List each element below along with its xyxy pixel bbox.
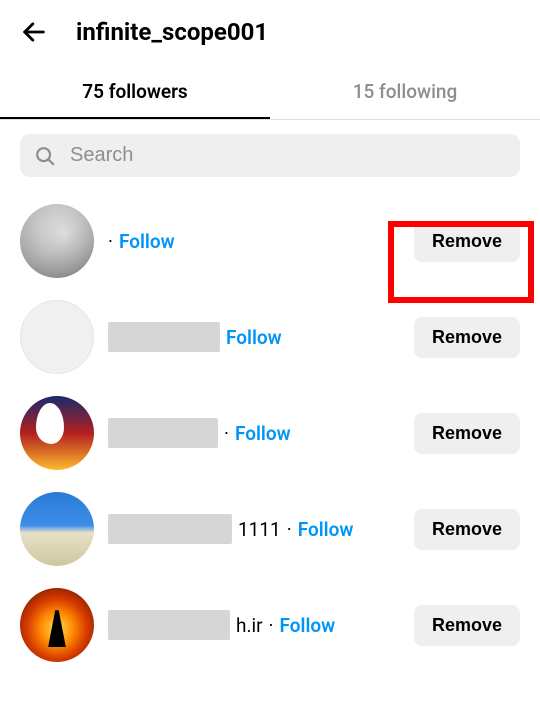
remove-button[interactable]: Remove [414,221,520,262]
page-title: infinite_scope001 [76,18,268,46]
redacted-name [108,514,232,544]
tab-followers[interactable]: 75 followers [0,64,270,119]
back-icon[interactable] [20,18,48,46]
tab-following[interactable]: 15 following [270,64,540,119]
avatar[interactable] [20,588,94,662]
remove-button[interactable]: Remove [414,317,520,358]
follower-row: · Follow Remove [20,193,520,289]
follower-row: Follow Remove [20,289,520,385]
avatar[interactable] [20,300,94,374]
search-container [0,120,540,187]
follow-link[interactable]: Follow [298,518,354,541]
follower-row: h.ir · Follow Remove [20,577,520,673]
username-suffix: 1111 [238,518,281,541]
follower-info: · Follow [108,418,400,448]
followers-list: · Follow Remove Follow Remove · Follow R… [0,187,540,673]
redacted-name [108,322,220,352]
remove-button[interactable]: Remove [414,605,520,646]
follower-info: Follow [108,322,400,352]
separator-dot: · [269,614,274,637]
remove-button[interactable]: Remove [414,509,520,550]
follower-info: 1111 · Follow [108,514,400,544]
redacted-name [108,610,230,640]
follower-row: · Follow Remove [20,385,520,481]
separator-dot: · [287,518,292,541]
remove-button[interactable]: Remove [414,413,520,454]
search-icon [34,145,56,167]
search-input[interactable] [70,144,506,167]
header: infinite_scope001 [0,0,540,64]
follower-info: h.ir · Follow [108,610,400,640]
follow-link[interactable]: Follow [226,326,282,349]
follow-link[interactable]: Follow [119,230,175,253]
avatar[interactable] [20,396,94,470]
username-suffix: h.ir [236,614,263,637]
redacted-name [108,418,218,448]
follow-link[interactable]: Follow [280,614,336,637]
separator-dot: · [224,422,229,445]
avatar[interactable] [20,492,94,566]
separator-dot: · [108,230,113,253]
search-bar[interactable] [20,134,520,177]
tabs: 75 followers 15 following [0,64,540,120]
follower-info: · Follow [108,230,400,253]
avatar[interactable] [20,204,94,278]
follower-row: 1111 · Follow Remove [20,481,520,577]
follow-link[interactable]: Follow [235,422,291,445]
